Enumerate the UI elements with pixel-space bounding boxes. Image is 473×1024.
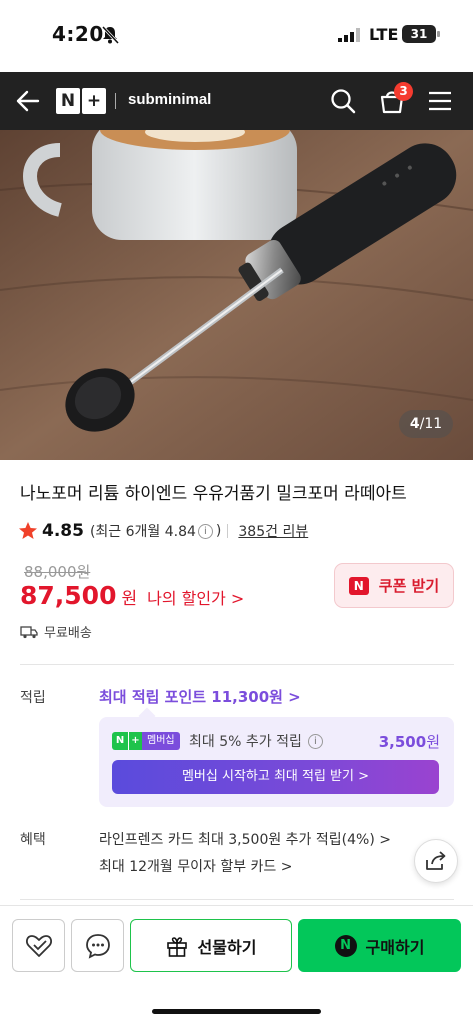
card-benefit-link[interactable]: 라인프렌즈 카드 최대 3,500원 추가 적립(4%) > (99, 829, 391, 849)
heart-check-icon (25, 934, 52, 957)
talk-talk-button[interactable] (71, 919, 124, 972)
home-indicator (152, 1009, 321, 1014)
recent-rating-close: ) (215, 523, 222, 539)
membership-amount-unit: 원 (426, 733, 440, 751)
rating-value: 4.85 (42, 521, 84, 541)
membership-badge: N + 멤버십 (112, 732, 180, 750)
sale-price: 87,500 (20, 581, 117, 610)
membership-amount-value: 3,500 (378, 733, 427, 751)
shipping-info: 무료배송 (20, 622, 92, 641)
recent-rating: (최근 6개월 4.84 (89, 524, 196, 540)
battery-icon: 31 (402, 25, 440, 43)
status-time: 4:20 (52, 22, 104, 46)
coupon-n-icon: N (348, 576, 369, 595)
info-icon[interactable]: i (197, 523, 213, 539)
max-points-link[interactable]: 최대 적립 포인트 11,300원 > (99, 686, 301, 707)
bottom-action-bar: 선물하기 N 구매하기 (0, 905, 473, 1024)
page-total: /11 (419, 416, 443, 432)
section-divider (20, 664, 454, 665)
naver-pay-icon: N (334, 934, 357, 957)
price-row: 87,500 원 나의 할인가 > (20, 581, 244, 610)
logo-n: N (56, 88, 80, 114)
coupon-label: 쿠폰 받기 (378, 577, 440, 595)
my-discount-link[interactable]: 나의 할인가 > (147, 585, 244, 609)
badge-n: N (112, 732, 128, 750)
review-count-link[interactable]: 385건 리뷰 (238, 521, 308, 541)
membership-extra-label: 최대 5% 추가 적립 (189, 734, 302, 750)
benefits-label: 혜택 (20, 832, 46, 848)
membership-amount: 3,500원 (379, 731, 440, 752)
status-bar: 4:20 LTE 31 (0, 0, 473, 72)
rating-divider (227, 524, 229, 538)
share-button[interactable] (414, 839, 458, 883)
share-icon (426, 851, 446, 870)
wishlist-button[interactable] (12, 919, 65, 972)
badge-text: 멤버십 (142, 732, 180, 750)
gift-icon (166, 936, 187, 957)
top-navigation: N + subminimal 3 (0, 72, 473, 130)
buy-button[interactable]: N 구매하기 (298, 919, 461, 972)
image-page-indicator: 4/11 (399, 410, 453, 438)
search-icon[interactable] (330, 88, 356, 114)
shipping-label: 무료배송 (44, 626, 92, 641)
truck-icon (20, 625, 38, 638)
store-name[interactable]: subminimal (128, 91, 211, 108)
product-image-carousel[interactable] (0, 130, 473, 460)
star-icon (19, 522, 37, 539)
section-divider (20, 899, 454, 900)
signal-icon (338, 28, 360, 42)
installment-benefit-link[interactable]: 최대 12개월 무이자 할부 카드 > (99, 856, 292, 876)
naver-plus-logo[interactable]: N + (56, 88, 106, 114)
gift-button[interactable]: 선물하기 (130, 919, 292, 972)
network-label: LTE (369, 25, 399, 44)
chat-bubble-icon (85, 933, 110, 959)
membership-points-box: N + 멤버십 최대 5% 추가 적립 i 3,500원 멤버십 시작하고 최대… (99, 717, 454, 807)
gift-label: 선물하기 (197, 937, 257, 957)
brand-divider (115, 93, 116, 109)
muted-bell-icon (101, 25, 120, 45)
page-current: 4 (409, 416, 420, 432)
product-title: 나노포머 리튬 하이엔드 우유거품기 밀크포머 라떼아트 (20, 484, 407, 504)
original-price: 88,000원 (24, 563, 91, 581)
buy-label: 구매하기 (365, 937, 425, 957)
product-photo (0, 130, 473, 460)
membership-extra-points: 최대 5% 추가 적립 i (189, 731, 326, 751)
menu-icon[interactable] (428, 90, 452, 112)
rating-row: 4.85 (최근 6개월 4.84 i ) 385건 리뷰 (18, 519, 308, 543)
info-icon[interactable]: i (307, 733, 323, 749)
cart-count-badge: 3 (394, 82, 413, 101)
back-arrow-icon[interactable] (14, 88, 42, 114)
coupon-button[interactable]: N 쿠폰 받기 (334, 563, 454, 608)
badge-plus: + (128, 732, 142, 750)
points-label: 적립 (20, 690, 46, 706)
membership-start-button[interactable]: 멤버십 시작하고 최대 적립 받기 > (112, 760, 439, 794)
logo-plus: + (82, 88, 106, 114)
price-unit: 원 (121, 589, 138, 609)
